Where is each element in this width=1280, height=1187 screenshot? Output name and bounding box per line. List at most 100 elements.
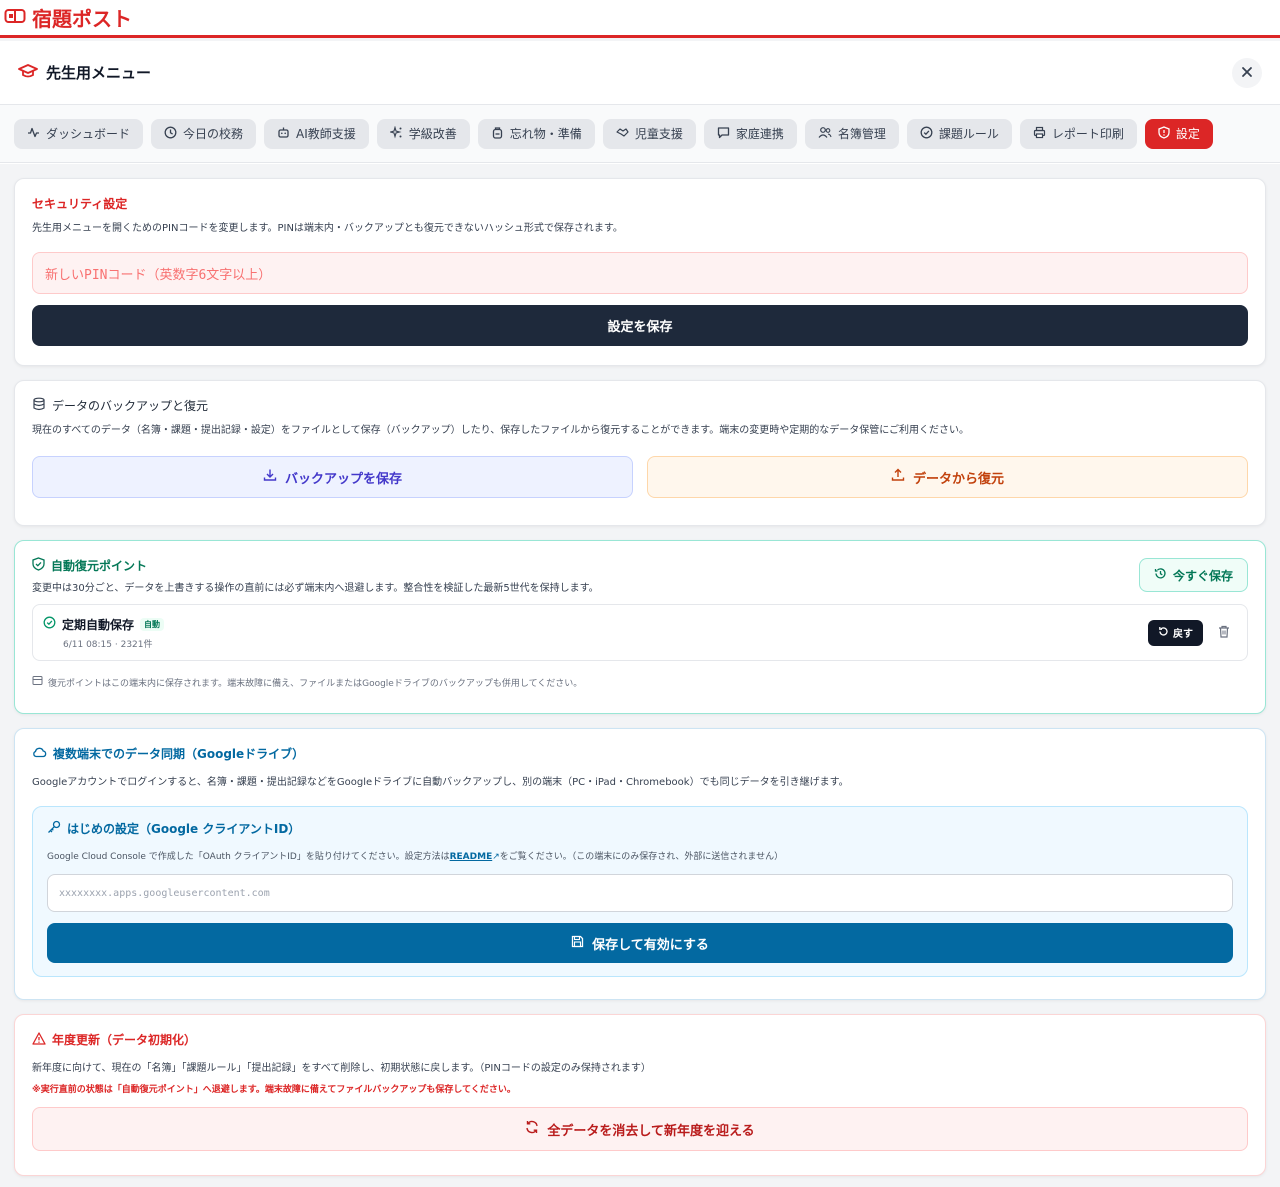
check-circle-icon <box>43 616 56 632</box>
save-settings-button[interactable]: 設定を保存 <box>32 305 1248 346</box>
setup-desc-text: Google Cloud Console で作成した「OAuth クライアントI… <box>47 852 450 862</box>
tab-label: レポート印刷 <box>1051 127 1124 141</box>
handshake-icon <box>616 126 629 142</box>
sync-description: Googleアカウントでログインすると、名簿・課題・提出記録などをGoogleド… <box>32 777 849 788</box>
settings-content: セキュリティ設定 先生用メニューを開くためのPINコードを変更します。PINは端… <box>0 164 1280 1187</box>
top-bar: 宿題ポスト <box>0 0 1280 38</box>
restore-snapshot-label: 戻す <box>1173 629 1193 640</box>
autorestore-card: 自動復元ポイント 変更中は30分ごと、データを上書きする操作の直前には必ず端末内… <box>14 540 1266 714</box>
tab-label: 設定 <box>1175 127 1200 141</box>
rotate-ccw-icon <box>1158 626 1169 640</box>
reset-all-data-button[interactable]: 全データを消去して新年度を迎える <box>32 1107 1248 1151</box>
sparkles-icon <box>388 124 403 142</box>
download-icon <box>263 468 277 486</box>
message-icon <box>717 126 730 142</box>
save-backup-button[interactable]: バックアップを保存 <box>32 456 633 498</box>
app-brand[interactable]: 宿題ポスト <box>4 3 132 32</box>
snapshot-meta: 6/11 08:15 · 2321件 <box>63 639 153 650</box>
setup-description: Google Cloud Console で作成した「OAuth クライアントI… <box>47 849 1233 862</box>
backpack-icon <box>491 126 504 142</box>
users-icon <box>818 126 832 142</box>
alert-triangle-icon <box>32 1031 46 1048</box>
tab-label: 児童支援 <box>634 127 683 141</box>
tab-settings[interactable]: 設定 <box>1144 118 1213 149</box>
tab-student-support[interactable]: 児童支援 <box>602 118 696 149</box>
readme-link[interactable]: README <box>450 852 493 862</box>
auto-badge: 自動 <box>140 617 165 631</box>
tab-label: AI教師支援 <box>296 127 356 141</box>
tab-label: ダッシュボード <box>46 127 131 141</box>
year-reset-title: 年度更新（データ初期化） <box>52 1033 197 1047</box>
tab-task-rules[interactable]: 課題ルール <box>906 118 1012 149</box>
tab-label: 忘れ物・準備 <box>509 127 582 141</box>
tab-label: 名簿管理 <box>837 127 886 141</box>
activity-icon <box>27 126 40 142</box>
upload-icon <box>891 468 905 486</box>
app-title: 宿題ポスト <box>32 7 132 31</box>
year-reset-description: 新年度に向けて、現在の「名簿」「課題ルール」「提出記録」をすべて削除し、初期状態… <box>32 1063 651 1074</box>
printer-icon <box>1033 126 1046 142</box>
restore-data-label: データから復元 <box>912 471 1004 487</box>
close-button[interactable] <box>1232 57 1262 88</box>
key-icon <box>47 820 61 837</box>
year-reset-card: 年度更新（データ初期化） 新年度に向けて、現在の「名簿」「課題ルール」「提出記録… <box>14 1014 1266 1176</box>
year-reset-warning: ※実行直前の状態は「自動復元ポイント」へ退避します。端末故障に備えてファイルバッ… <box>32 1085 516 1095</box>
delete-snapshot-button[interactable] <box>1211 620 1237 646</box>
tab-home-liaison[interactable]: 家庭連携 <box>703 118 797 149</box>
snapshot-name: 定期自動保存 <box>62 617 135 632</box>
teacher-menu-panel: 先生用メニュー ダッシュボード 今日の校務 AI教師支援 学級改善 忘れ物・準備 <box>0 41 1280 1187</box>
tab-report-print[interactable]: レポート印刷 <box>1019 118 1137 149</box>
cloud-icon <box>32 746 47 761</box>
tab-bar: ダッシュボード 今日の校務 AI教師支援 学級改善 忘れ物・準備 児童支援 家庭… <box>0 105 1280 163</box>
robot-icon <box>277 126 290 142</box>
backup-card: データのバックアップと復元 現在のすべてのデータ（名簿・課題・提出記録・設定）を… <box>14 380 1266 526</box>
panel-title: 先生用メニュー <box>46 64 152 82</box>
save-now-label: 今すぐ保存 <box>1172 568 1233 583</box>
tab-roster[interactable]: 名簿管理 <box>804 118 899 149</box>
restore-data-button[interactable]: データから復元 <box>647 456 1248 498</box>
backup-title: データのバックアップと復元 <box>52 399 209 413</box>
tab-ai-support[interactable]: AI教師支援 <box>264 118 369 149</box>
tab-forgotten-items[interactable]: 忘れ物・準備 <box>477 118 595 149</box>
panel-header: 先生用メニュー <box>0 41 1280 105</box>
save-and-enable-label: 保存して有効にする <box>592 937 709 953</box>
tab-label: 学級改善 <box>408 127 457 141</box>
tab-label: 今日の校務 <box>183 127 244 141</box>
snapshot-item: 定期自動保存 自動 6/11 08:15 · 2321件 戻す <box>32 604 1248 661</box>
tab-today-tasks[interactable]: 今日の校務 <box>151 118 257 149</box>
history-icon <box>1154 567 1167 583</box>
save-icon <box>571 935 584 952</box>
autorestore-note: 復元ポイントはこの端末内に保存されます。端末故障に備え、ファイルまたはGoogl… <box>48 678 583 689</box>
reset-all-data-label: 全データを消去して新年度を迎える <box>547 1123 755 1139</box>
tab-label: 家庭連携 <box>735 127 784 141</box>
tab-dashboard[interactable]: ダッシュボード <box>14 118 144 149</box>
setup-desc-text-post: をご覧ください。（この端末にのみ保存され、外部に送信されません） <box>499 852 784 862</box>
close-icon <box>1241 63 1253 82</box>
database-icon <box>32 397 46 414</box>
mailbox-icon <box>4 6 26 30</box>
security-card: セキュリティ設定 先生用メニューを開くためのPINコードを変更します。PINは端… <box>14 178 1266 366</box>
client-id-setup: はじめの設定（Google クライアントID） Google Cloud Con… <box>32 806 1248 977</box>
trash-icon <box>1218 623 1230 642</box>
shield-check-icon <box>32 557 45 574</box>
sync-title: 複数端末でのデータ同期（Googleドライブ） <box>53 747 305 761</box>
security-title: セキュリティ設定 <box>32 197 128 211</box>
check-circle-icon <box>920 126 933 142</box>
graduation-cap-icon <box>18 63 38 83</box>
setup-title: はじめの設定（Google クライアントID） <box>67 822 301 836</box>
save-backup-label: バックアップを保存 <box>284 471 402 487</box>
tab-class-improvement[interactable]: 学級改善 <box>376 118 470 149</box>
restore-snapshot-button[interactable]: 戻す <box>1148 619 1203 646</box>
autorestore-title: 自動復元ポイント <box>51 559 148 573</box>
save-now-button[interactable]: 今すぐ保存 <box>1138 558 1248 592</box>
clock-icon <box>164 126 177 142</box>
tab-label: 課題ルール <box>938 127 999 141</box>
shield-icon <box>1158 125 1170 142</box>
client-id-input[interactable]: xxxxxxxx.apps.googleusercontent.com <box>47 874 1233 912</box>
save-and-enable-button[interactable]: 保存して有効にする <box>47 923 1233 963</box>
refresh-icon <box>525 1120 539 1138</box>
pin-input[interactable]: 新しいPINコード（英数字6文字以上） <box>32 252 1248 294</box>
external-link-icon: ↗ <box>492 852 500 862</box>
backup-description: 現在のすべてのデータ（名簿・課題・提出記録・設定）をファイルとして保存（バックア… <box>32 425 969 436</box>
autorestore-description: 変更中は30分ごと、データを上書きする操作の直前には必ず端末内へ退避します。整合… <box>32 583 599 594</box>
